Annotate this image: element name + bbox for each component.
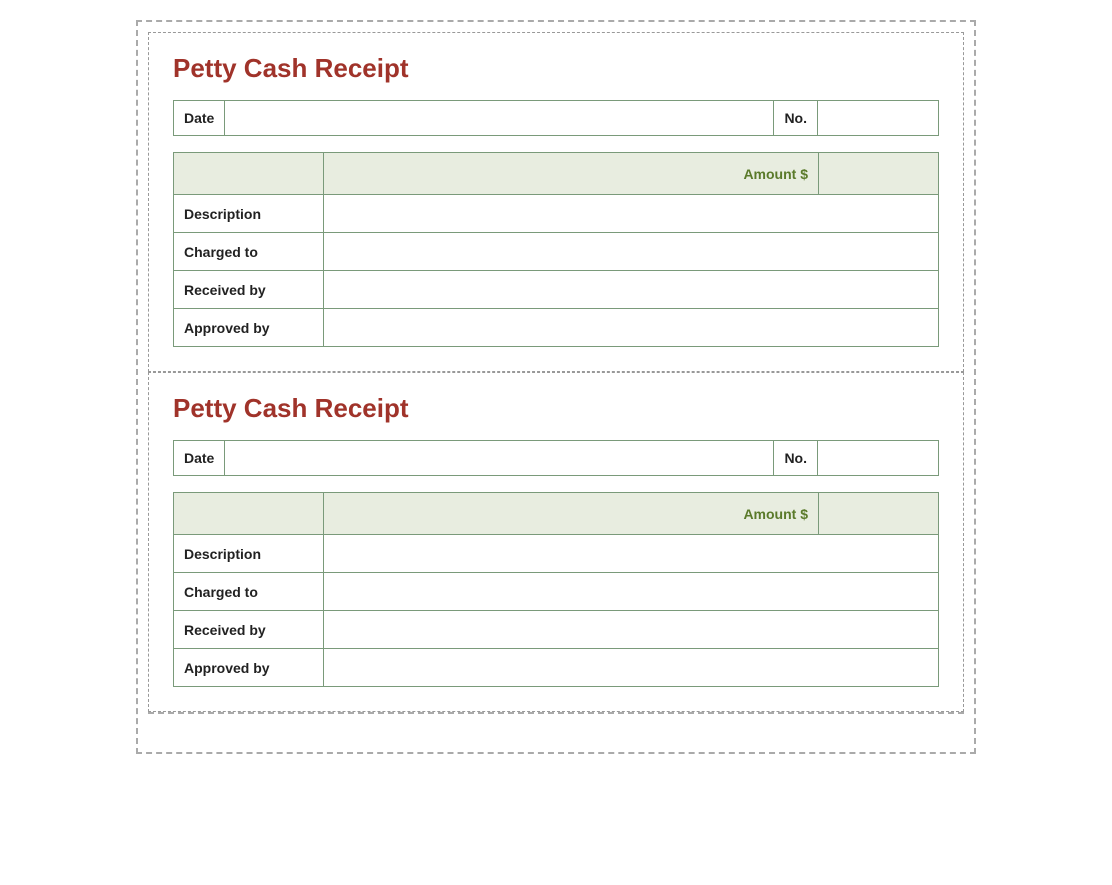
main-table-2: Amount $ Description Charged to Received… <box>173 492 939 687</box>
table-header-row-2: Amount $ <box>174 493 939 535</box>
description-label-2: Description <box>174 535 324 573</box>
received-by-value-2[interactable] <box>324 611 939 649</box>
header-left-1 <box>174 153 324 195</box>
description-value-1[interactable] <box>324 195 939 233</box>
date-input-2[interactable] <box>225 441 774 475</box>
received-by-value-1[interactable] <box>324 271 939 309</box>
description-value-2[interactable] <box>324 535 939 573</box>
date-input-1[interactable] <box>225 101 774 135</box>
amount-header-1: Amount $ <box>324 153 819 195</box>
table-row: Charged to <box>174 233 939 271</box>
approved-by-value-1[interactable] <box>324 309 939 347</box>
charged-to-value-2[interactable] <box>324 573 939 611</box>
table-row: Description <box>174 535 939 573</box>
header-right-2 <box>819 493 939 535</box>
approved-by-label-2: Approved by <box>174 649 324 687</box>
table-row: Description <box>174 195 939 233</box>
date-row-2: Date No. <box>173 440 939 476</box>
charged-to-label-2: Charged to <box>174 573 324 611</box>
no-input-1[interactable] <box>818 101 938 135</box>
no-label-1: No. <box>774 101 818 135</box>
receipt-block-1: Petty Cash Receipt Date No. Amount $ Des… <box>148 32 964 372</box>
receipt-title-2: Petty Cash Receipt <box>173 393 939 424</box>
receipt-title-1: Petty Cash Receipt <box>173 53 939 84</box>
charged-to-value-1[interactable] <box>324 233 939 271</box>
header-left-2 <box>174 493 324 535</box>
approved-by-value-2[interactable] <box>324 649 939 687</box>
date-label-1: Date <box>174 101 225 135</box>
main-table-1: Amount $ Description Charged to Received… <box>173 152 939 347</box>
table-header-row-1: Amount $ <box>174 153 939 195</box>
table-row: Received by <box>174 611 939 649</box>
date-row-1: Date No. <box>173 100 939 136</box>
table-row: Approved by <box>174 309 939 347</box>
page-container: Petty Cash Receipt Date No. Amount $ Des… <box>20 20 1092 754</box>
no-label-2: No. <box>774 441 818 475</box>
table-row: Approved by <box>174 649 939 687</box>
receipt-block-2: Petty Cash Receipt Date No. Amount $ Des… <box>148 372 964 712</box>
received-by-label-2: Received by <box>174 611 324 649</box>
table-row: Charged to <box>174 573 939 611</box>
no-input-2[interactable] <box>818 441 938 475</box>
bottom-divider <box>148 712 964 742</box>
received-by-label-1: Received by <box>174 271 324 309</box>
amount-header-2: Amount $ <box>324 493 819 535</box>
table-row: Received by <box>174 271 939 309</box>
approved-by-label-1: Approved by <box>174 309 324 347</box>
receipts-wrapper: Petty Cash Receipt Date No. Amount $ Des… <box>136 20 976 754</box>
charged-to-label-1: Charged to <box>174 233 324 271</box>
description-label-1: Description <box>174 195 324 233</box>
header-right-1 <box>819 153 939 195</box>
date-label-2: Date <box>174 441 225 475</box>
